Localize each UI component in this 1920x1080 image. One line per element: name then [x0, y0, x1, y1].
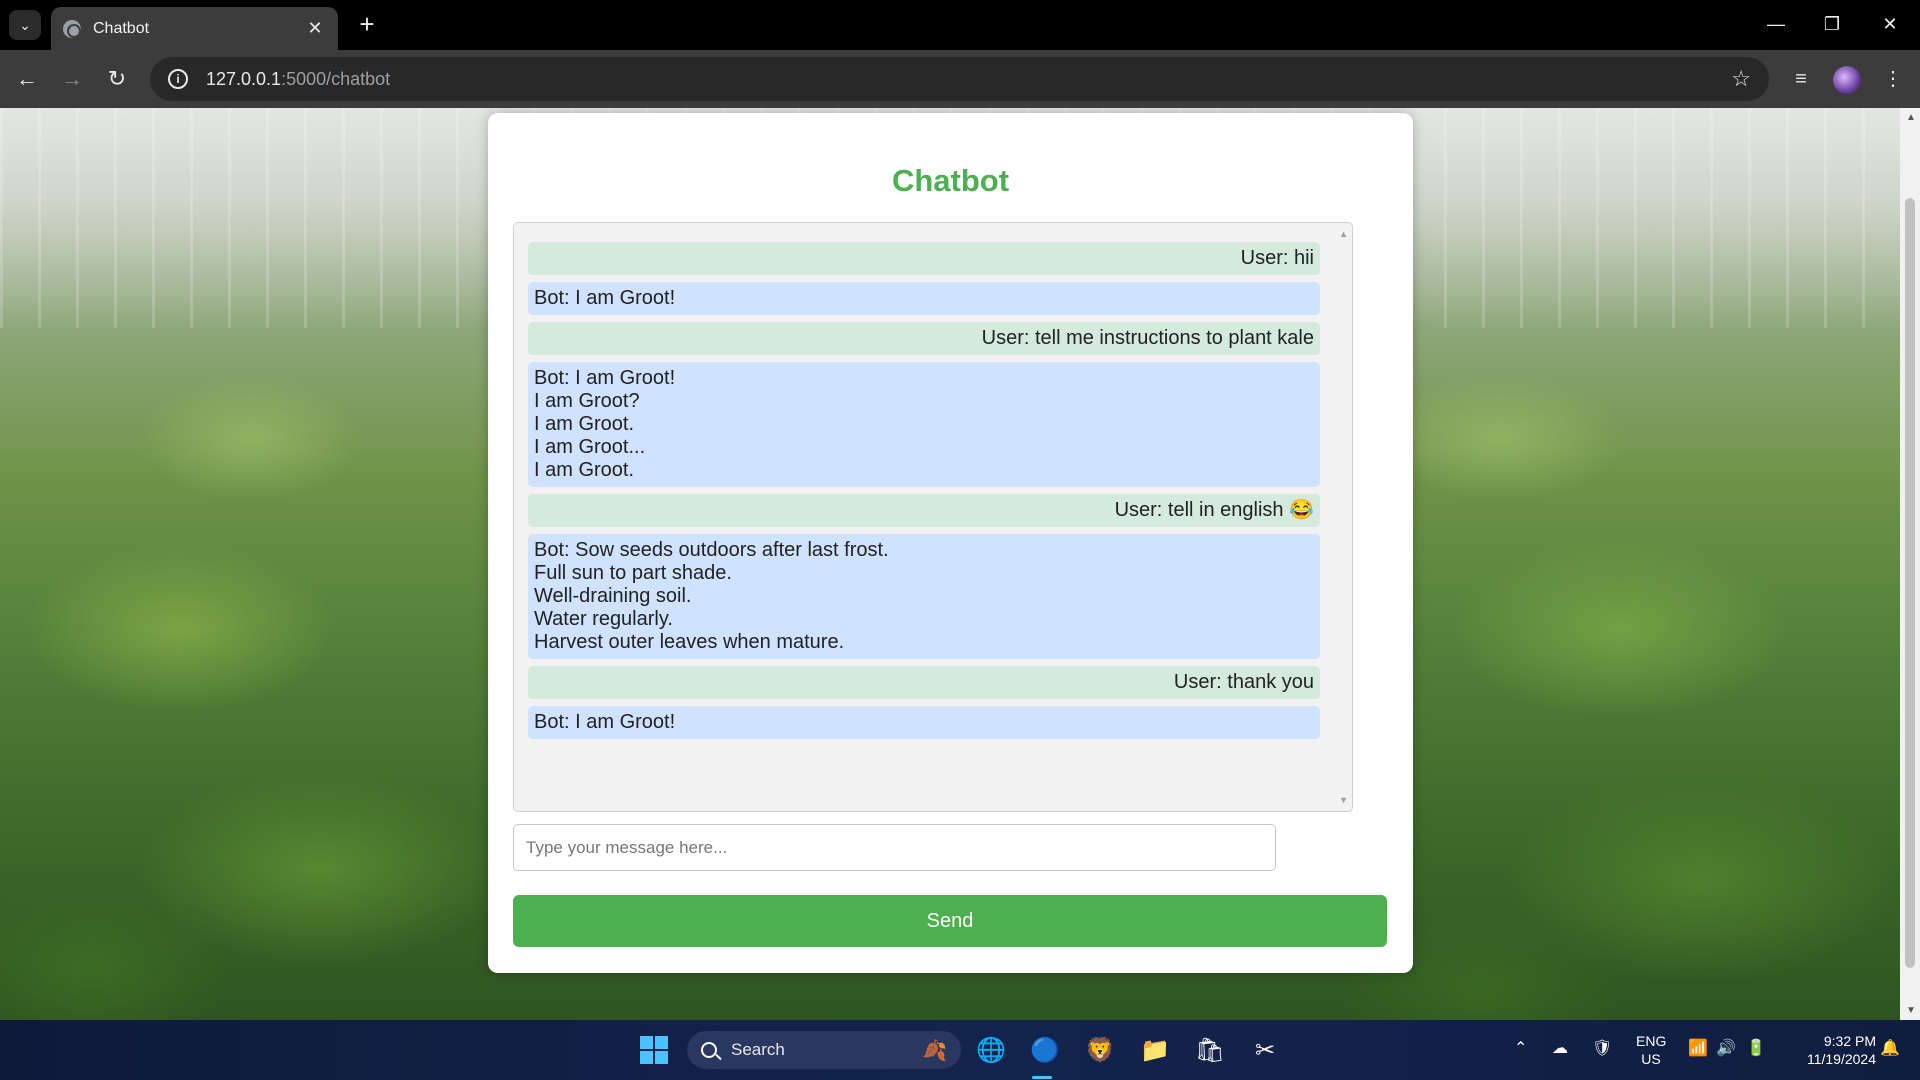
language-code: ENG	[1636, 1033, 1667, 1049]
wifi-icon[interactable]: 📶	[1688, 1038, 1708, 1058]
page-viewport: Chatbot User: hii Bot: I am Groot! User:…	[0, 108, 1900, 1020]
clock-time: 9:32 PM	[1823, 1033, 1876, 1049]
message-list: User: hii Bot: I am Groot! User: tell me…	[528, 242, 1320, 746]
new-tab-button[interactable]: +	[352, 10, 382, 40]
bot-message: Bot: I am Groot!	[528, 706, 1320, 739]
language-indicator[interactable]: ENG US	[1636, 1032, 1666, 1068]
battery-icon[interactable]: 🔋	[1746, 1038, 1766, 1058]
scroll-thumb[interactable]	[1905, 198, 1915, 968]
scroll-down-arrow[interactable]: ▼	[1906, 1005, 1916, 1016]
browser-toolbar: ← → ↻ i 127.0.0.1:5000/chatbot ☆ ≡ ⋮	[0, 50, 1920, 108]
minimize-button[interactable]: —	[1756, 8, 1796, 40]
search-label: Search	[731, 1040, 785, 1059]
region-code: US	[1641, 1051, 1661, 1067]
taskbar-clock[interactable]: 9:32 PM 11/19/2024	[1780, 1032, 1876, 1068]
close-tab-icon[interactable]: ✕	[304, 18, 326, 39]
chat-scroll-up-arrow[interactable]: ▲	[1339, 229, 1348, 239]
tab-title: Chatbot	[93, 19, 150, 37]
globe-icon	[63, 19, 81, 38]
bot-message: Bot: I am Groot! I am Groot? I am Groot.…	[528, 362, 1320, 487]
taskbar: Search 🍂 🌐 🔵 🦁 📁 🛍 ✂ ⌃ ☁ 🛡 ENG US 📶 🔊 🔋 …	[0, 1020, 1920, 1080]
search-icon	[701, 1042, 717, 1058]
address-bar[interactable]: i 127.0.0.1:5000/chatbot ☆	[150, 57, 1769, 101]
notifications-bell-icon[interactable]: 🔔	[1880, 1038, 1900, 1058]
close-window-button[interactable]: ✕	[1870, 8, 1910, 40]
reload-button[interactable]: ↻	[102, 64, 132, 94]
user-message: User: tell in english 😂	[528, 494, 1320, 527]
forward-button[interactable]: →	[57, 64, 87, 94]
microsoft-store-icon[interactable]: 🛍	[1192, 1032, 1228, 1068]
bot-message: Bot: Sow seeds outdoors after last frost…	[528, 534, 1320, 659]
show-hidden-icons-chevron-icon[interactable]: ⌃	[1514, 1038, 1527, 1058]
file-explorer-icon[interactable]: 📁	[1137, 1032, 1173, 1068]
browser-menu-icon[interactable]: ⋮	[1878, 64, 1908, 94]
chrome-icon[interactable]: 🔵	[1027, 1032, 1063, 1068]
url-text: 127.0.0.1:5000/chatbot	[206, 69, 390, 90]
page-scrollbar[interactable]: ▲ ▼	[1900, 108, 1920, 1020]
chat-history[interactable]: User: hii Bot: I am Groot! User: tell me…	[513, 222, 1353, 812]
tab-search-button[interactable]: ⌄	[9, 10, 41, 40]
media-control-icon[interactable]: ≡	[1786, 64, 1816, 94]
chatbot-card: Chatbot User: hii Bot: I am Groot! User:…	[488, 113, 1413, 973]
onedrive-icon[interactable]: ☁	[1552, 1038, 1568, 1058]
edge-icon[interactable]: 🌐	[973, 1032, 1009, 1068]
clock-date: 11/19/2024	[1806, 1051, 1876, 1067]
browser-tab-chatbot[interactable]: Chatbot ✕	[51, 7, 338, 50]
url-host: 127.0.0.1	[206, 68, 282, 89]
bot-message: Bot: I am Groot!	[528, 282, 1320, 315]
url-path: :5000/chatbot	[281, 68, 391, 89]
back-button[interactable]: ←	[12, 64, 42, 94]
chat-scroll-down-arrow[interactable]: ▼	[1339, 795, 1348, 805]
search-highlight-icon: 🍂	[922, 1039, 947, 1062]
bookmark-star-icon[interactable]: ☆	[1731, 66, 1751, 92]
user-message: User: hii	[528, 242, 1320, 275]
scroll-up-arrow[interactable]: ▲	[1906, 112, 1916, 123]
taskbar-search[interactable]: Search 🍂	[687, 1031, 961, 1069]
brave-icon[interactable]: 🦁	[1082, 1032, 1118, 1068]
restore-button[interactable]: ❐	[1812, 8, 1852, 40]
user-message: User: thank you	[528, 666, 1320, 699]
snipping-tool-icon[interactable]: ✂	[1247, 1032, 1283, 1068]
volume-icon[interactable]: 🔊	[1716, 1038, 1736, 1058]
message-input[interactable]	[513, 824, 1276, 871]
user-message: User: tell me instructions to plant kale	[528, 322, 1320, 355]
profile-avatar[interactable]	[1833, 66, 1861, 94]
page-title: Chatbot	[891, 163, 1010, 198]
send-button[interactable]: Send	[513, 895, 1387, 947]
browser-tab-strip: ⌄ Chatbot ✕ + — ❐ ✕	[0, 0, 1920, 50]
active-app-indicator	[1032, 1076, 1052, 1079]
security-shield-icon[interactable]: 🛡	[1592, 1038, 1612, 1058]
windows-start-icon[interactable]	[640, 1036, 668, 1064]
site-info-icon[interactable]: i	[168, 69, 188, 89]
